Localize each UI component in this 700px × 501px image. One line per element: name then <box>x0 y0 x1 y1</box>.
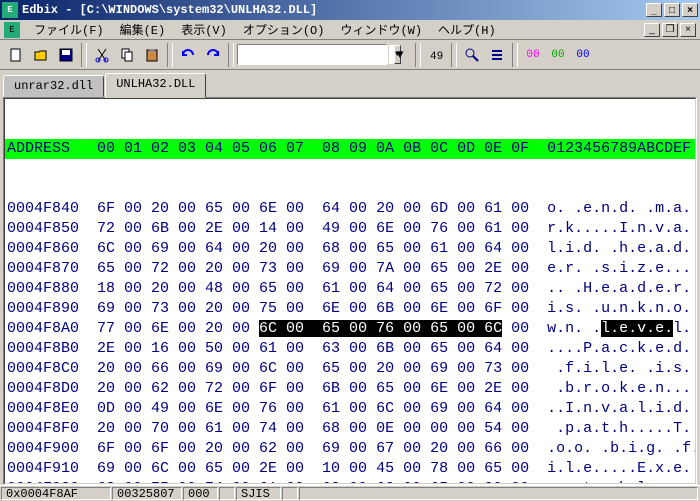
separator <box>512 43 518 67</box>
list-icon <box>489 47 505 63</box>
hex-row[interactable]: 0004F8A0 77 00 6E 00 20 00 6C 00 65 00 7… <box>5 319 695 339</box>
search-down-button[interactable]: ▼ <box>388 43 412 67</box>
hex-row[interactable]: 0004F920 63 00 75 00 74 00 61 00 62 00 6… <box>5 479 695 484</box>
open-button[interactable] <box>29 43 53 67</box>
hex-row[interactable]: 0004F8C0 20 00 66 00 69 00 6C 00 65 00 2… <box>5 359 695 379</box>
hex-row[interactable]: 0004F840 6F 00 20 00 65 00 6E 00 64 00 2… <box>5 199 695 219</box>
menu-help[interactable]: ヘルプ(H) <box>430 19 504 40</box>
redo-button[interactable] <box>201 43 225 67</box>
separator <box>228 43 234 67</box>
svg-text:49: 49 <box>430 51 443 63</box>
save-icon <box>58 47 74 63</box>
color1-button[interactable]: 00 <box>546 43 570 67</box>
titlebar: E Edbix - [C:\WINDOWS\system32\UNLHA32.D… <box>0 0 700 20</box>
mdi-close-button[interactable]: × <box>680 23 696 37</box>
hex-editor: ADDRESS 00 01 02 03 04 05 06 07 08 09 0A… <box>3 97 697 485</box>
hex-row[interactable]: 0004F8D0 20 00 62 00 72 00 6F 00 6B 00 6… <box>5 379 695 399</box>
mdi-buttons: _ ❐ × <box>644 23 696 37</box>
redo-icon <box>205 47 221 63</box>
color1-label: 00 <box>551 49 564 61</box>
window-title: Edbix - [C:\WINDOWS\system32\UNLHA32.DLL… <box>22 3 646 17</box>
hex-row[interactable]: 0004F8E0 0D 00 49 00 6E 00 76 00 61 00 6… <box>5 399 695 419</box>
separator <box>81 43 87 67</box>
color0-button[interactable]: 00 <box>521 43 545 67</box>
new-icon <box>8 47 24 63</box>
undo-icon <box>180 47 196 63</box>
mdi-restore-button[interactable]: ❐ <box>662 23 678 37</box>
hex-row[interactable]: 0004F900 6F 00 6F 00 20 00 62 00 69 00 6… <box>5 439 695 459</box>
find-icon: 49 <box>428 47 444 63</box>
color2-button[interactable]: 00 <box>571 43 595 67</box>
mdi-minimize-button[interactable]: _ <box>644 23 660 37</box>
hex-row[interactable]: 0004F910 69 00 6C 00 65 00 2E 00 10 00 4… <box>5 459 695 479</box>
app-icon: E <box>2 2 18 18</box>
list-button[interactable] <box>485 43 509 67</box>
paste-button[interactable] <box>140 43 164 67</box>
hex-row[interactable]: 0004F860 6C 00 69 00 64 00 20 00 68 00 6… <box>5 239 695 259</box>
goto-button[interactable] <box>460 43 484 67</box>
status-encoding: SJIS <box>236 487 281 500</box>
status-position: 0x0004F8AF <box>1 487 111 500</box>
tab-strip: unrar32.dll UNLHA32.DLL <box>0 70 700 97</box>
color2-label: 00 <box>576 49 589 61</box>
separator <box>415 43 421 67</box>
new-button[interactable] <box>4 43 28 67</box>
close-button[interactable]: × <box>682 3 698 17</box>
open-icon <box>33 47 49 63</box>
hex-row[interactable]: 0004F8B0 2E 00 16 00 50 00 61 00 63 00 6… <box>5 339 695 359</box>
separator <box>451 43 457 67</box>
paste-icon <box>144 47 160 63</box>
status-blank1 <box>219 487 235 500</box>
maximize-button[interactable]: □ <box>664 3 680 17</box>
search-combo[interactable]: ▼ <box>237 44 387 65</box>
menu-option[interactable]: オプション(O) <box>235 19 333 40</box>
menu-edit[interactable]: 編集(E) <box>112 19 174 40</box>
hex-row[interactable]: 0004F850 72 00 6B 00 2E 00 14 00 49 00 6… <box>5 219 695 239</box>
hex-header: ADDRESS 00 01 02 03 04 05 06 07 08 09 0A… <box>5 139 695 159</box>
status-rest <box>299 487 698 500</box>
hex-row[interactable]: 0004F880 18 00 20 00 48 00 65 00 61 00 6… <box>5 279 695 299</box>
mdi-icon[interactable]: E <box>4 22 20 38</box>
hex-row[interactable]: 0004F870 65 00 72 00 20 00 73 00 69 00 7… <box>5 259 695 279</box>
tab-unrar32[interactable]: unrar32.dll <box>3 75 104 97</box>
menu-view[interactable]: 表示(V) <box>173 19 235 40</box>
menubar: E ファイル(F) 編集(E) 表示(V) オプション(O) ウィンドウ(W) … <box>0 20 700 40</box>
goto-icon <box>464 47 480 63</box>
hex-row[interactable]: 0004F8F0 20 00 70 00 61 00 74 00 68 00 0… <box>5 419 695 439</box>
window-buttons: _ □ × <box>646 3 698 17</box>
status-modified: 000 <box>183 487 218 500</box>
menu-window[interactable]: ウィンドウ(W) <box>332 19 430 40</box>
search-input[interactable] <box>238 45 394 64</box>
hex-row[interactable]: 0004F890 69 00 73 00 20 00 75 00 6E 00 6… <box>5 299 695 319</box>
color0-label: 00 <box>526 49 539 61</box>
cut-button[interactable] <box>90 43 114 67</box>
separator <box>167 43 173 67</box>
statusbar: 0x0004F8AF 00325807 000 SJIS <box>0 485 700 501</box>
save-button[interactable] <box>54 43 78 67</box>
tab-unlha32[interactable]: UNLHA32.DLL <box>105 73 206 98</box>
copy-icon <box>119 47 135 63</box>
status-blank2 <box>282 487 298 500</box>
toolbar: ▼ ▼ 49 00 00 00 <box>0 40 700 70</box>
undo-button[interactable] <box>176 43 200 67</box>
find-button[interactable]: 49 <box>424 43 448 67</box>
menu-file[interactable]: ファイル(F) <box>26 19 112 40</box>
cut-icon <box>94 47 110 63</box>
minimize-button[interactable]: _ <box>646 3 662 17</box>
copy-button[interactable] <box>115 43 139 67</box>
status-selection: 00325807 <box>112 487 182 500</box>
hex-content[interactable]: ADDRESS 00 01 02 03 04 05 06 07 08 09 0A… <box>4 98 696 484</box>
